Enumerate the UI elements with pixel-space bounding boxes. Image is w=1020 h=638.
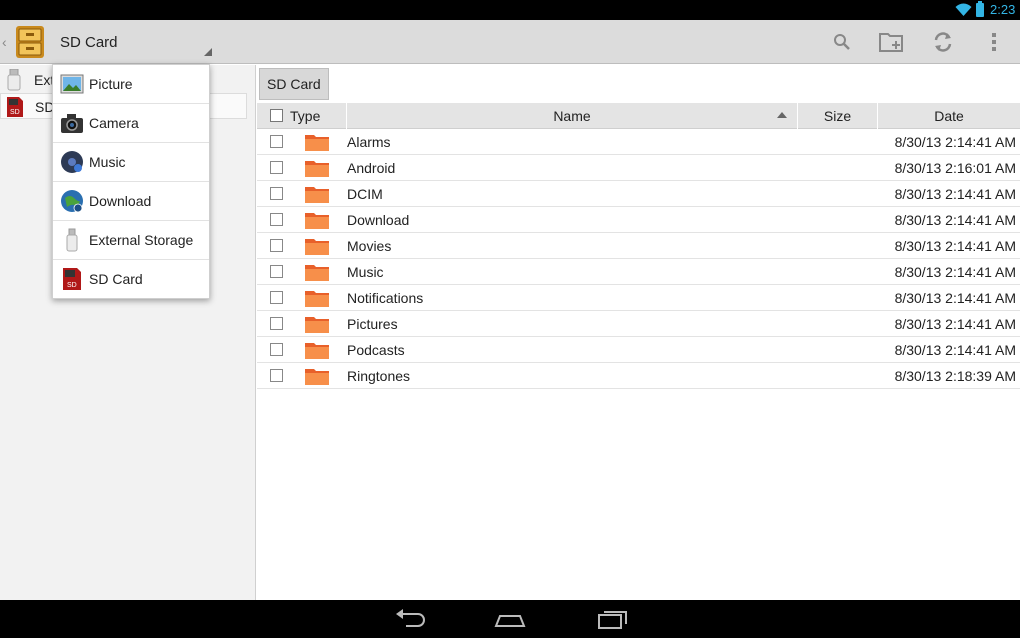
back-icon[interactable]	[392, 608, 426, 630]
sd-card-icon: SD	[63, 268, 81, 290]
table-row[interactable]: DCIM 8/30/13 2:14:41 AM	[257, 181, 1020, 207]
folder-icon	[305, 369, 329, 385]
dropdown-item-label: Music	[89, 154, 126, 170]
file-date: 8/30/13 2:14:41 AM	[894, 212, 1016, 228]
file-date: 8/30/13 2:18:39 AM	[894, 368, 1016, 384]
new-folder-icon[interactable]	[879, 29, 905, 55]
folder-icon	[305, 265, 329, 281]
dropdown-item-label: SD Card	[89, 271, 143, 287]
file-date: 8/30/13 2:14:41 AM	[894, 290, 1016, 306]
table-row[interactable]: Movies 8/30/13 2:14:41 AM	[257, 233, 1020, 259]
column-header-date[interactable]: Date	[877, 103, 1020, 129]
action-bar-title: SD Card	[60, 34, 118, 51]
row-checkbox[interactable]	[270, 291, 283, 304]
dropdown-item-label: External Storage	[89, 232, 194, 248]
table-row[interactable]: Android 8/30/13 2:16:01 AM	[257, 155, 1020, 181]
file-name: Podcasts	[347, 342, 405, 358]
folder-icon	[305, 161, 329, 177]
file-date: 8/30/13 2:14:41 AM	[894, 186, 1016, 202]
wifi-icon	[955, 3, 972, 16]
folder-icon	[305, 317, 329, 333]
table-row[interactable]: Alarms 8/30/13 2:14:41 AM	[257, 129, 1020, 155]
spinner-triangle-icon	[204, 48, 212, 56]
file-name: Notifications	[347, 290, 424, 306]
search-icon[interactable]	[829, 29, 855, 55]
file-name: Ringtones	[347, 368, 411, 384]
dropdown-item-camera[interactable]: Camera	[53, 104, 209, 143]
svg-text:SD: SD	[10, 109, 20, 116]
folder-icon	[305, 239, 329, 255]
dropdown-item-music[interactable]: Music	[53, 143, 209, 182]
file-name: Android	[347, 160, 396, 176]
sort-ascending-icon	[777, 112, 787, 118]
row-checkbox[interactable]	[270, 317, 283, 330]
folder-icon	[305, 343, 329, 359]
row-checkbox[interactable]	[270, 213, 283, 226]
file-name: Alarms	[347, 134, 391, 150]
usb-drive-icon	[7, 69, 21, 91]
recent-apps-icon[interactable]	[595, 608, 629, 630]
picture-icon	[60, 74, 84, 94]
dropdown-item-sd-card[interactable]: SD SD Card	[53, 260, 209, 299]
refresh-icon[interactable]	[930, 29, 956, 55]
dropdown-item-download[interactable]: Download	[53, 182, 209, 221]
status-bar: 2:23	[0, 0, 1020, 20]
camera-icon	[61, 114, 83, 133]
file-date: 8/30/13 2:14:41 AM	[894, 342, 1016, 358]
dropdown-item-picture[interactable]: Picture	[53, 65, 209, 104]
dropdown-item-label: Download	[89, 193, 152, 209]
row-checkbox[interactable]	[270, 239, 283, 252]
action-bar: ‹ SD Card	[0, 20, 1020, 64]
select-all-checkbox[interactable]	[270, 109, 283, 122]
status-time: 2:23	[990, 2, 1016, 17]
file-date: 8/30/13 2:14:41 AM	[894, 264, 1016, 280]
file-name: DCIM	[347, 186, 383, 202]
file-cabinet-icon[interactable]	[14, 25, 46, 59]
table-row[interactable]: Ringtones 8/30/13 2:18:39 AM	[257, 363, 1020, 389]
file-date: 8/30/13 2:14:41 AM	[894, 238, 1016, 254]
table-row[interactable]: Pictures 8/30/13 2:14:41 AM	[257, 311, 1020, 337]
battery-icon	[976, 1, 984, 17]
dropdown-item-label: Camera	[89, 115, 139, 131]
file-name: Download	[347, 212, 410, 228]
table-header: Type Name Size Date	[257, 103, 1020, 129]
table-row[interactable]: Download 8/30/13 2:14:41 AM	[257, 207, 1020, 233]
location-dropdown: Picture Camera Music Download External S…	[52, 64, 210, 299]
home-icon[interactable]	[493, 608, 527, 630]
file-date: 8/30/13 2:14:41 AM	[894, 134, 1016, 150]
file-name: Movies	[347, 238, 392, 254]
folder-icon	[305, 187, 329, 203]
file-date: 8/30/13 2:14:41 AM	[894, 316, 1016, 332]
file-name: Pictures	[347, 316, 398, 332]
sd-card-icon: SD	[7, 97, 23, 117]
file-date: 8/30/13 2:16:01 AM	[894, 160, 1016, 176]
column-header-type[interactable]: Type	[290, 103, 320, 129]
file-name: Music	[347, 264, 384, 280]
table-row[interactable]: Podcasts 8/30/13 2:14:41 AM	[257, 337, 1020, 363]
music-icon	[61, 151, 83, 173]
svg-text:SD: SD	[67, 282, 77, 289]
location-spinner[interactable]: SD Card	[52, 20, 214, 64]
row-checkbox[interactable]	[270, 187, 283, 200]
download-icon	[61, 190, 83, 213]
breadcrumb-current[interactable]: SD Card	[259, 68, 329, 100]
navigation-bar	[0, 600, 1020, 638]
folder-icon	[305, 291, 329, 307]
dropdown-item-label: Picture	[89, 76, 133, 92]
row-checkbox[interactable]	[270, 135, 283, 148]
row-checkbox[interactable]	[270, 369, 283, 382]
folder-icon	[305, 135, 329, 151]
row-checkbox[interactable]	[270, 265, 283, 278]
row-checkbox[interactable]	[270, 161, 283, 174]
up-caret-icon[interactable]: ‹	[2, 34, 7, 50]
table-row[interactable]: Music 8/30/13 2:14:41 AM	[257, 259, 1020, 285]
table-row[interactable]: Notifications 8/30/13 2:14:41 AM	[257, 285, 1020, 311]
column-header-name[interactable]: Name	[346, 103, 797, 129]
row-checkbox[interactable]	[270, 343, 283, 356]
column-header-size[interactable]: Size	[797, 103, 877, 129]
dropdown-item-external-storage[interactable]: External Storage	[53, 221, 209, 260]
usb-drive-icon	[66, 228, 78, 252]
overflow-menu-icon[interactable]	[981, 29, 1007, 55]
folder-icon	[305, 213, 329, 229]
